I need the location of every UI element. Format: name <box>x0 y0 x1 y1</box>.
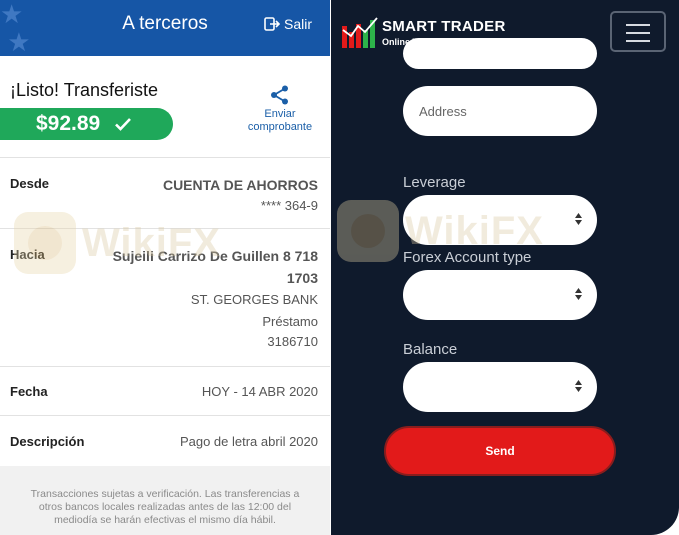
transfer-amount-badge: $92.89 <box>0 108 173 140</box>
description-label: Descripción <box>10 434 85 449</box>
watermark-logo-icon <box>14 212 76 274</box>
footer-note: Transacciones sujetas a verificación. La… <box>30 488 300 526</box>
hamburger-menu-button[interactable] <box>610 11 666 52</box>
send-receipt-button[interactable]: Enviar comprobante <box>236 84 324 134</box>
forex-account-type-select[interactable] <box>403 270 597 320</box>
bank-transfer-screen: ★ ★ A terceros Salir ¡Listo! Transferist… <box>0 0 330 535</box>
send-receipt-label-line2: comprobante <box>247 121 313 133</box>
watermark: WikiFX <box>14 212 221 274</box>
from-account-type: CUENTA DE AHORROS <box>162 177 318 193</box>
previous-field[interactable] <box>403 38 597 69</box>
footer-note-area: Transacciones sujetas a verificación. La… <box>0 466 330 535</box>
select-arrows-icon <box>575 213 582 225</box>
leverage-label: Leverage <box>403 174 466 191</box>
watermark: WikiFX <box>337 200 544 262</box>
trading-signup-screen: SMART TRADER Online Trading Company Leve… <box>331 0 679 535</box>
address-field[interactable] <box>403 86 597 136</box>
app-header: ★ ★ A terceros Salir <box>0 0 330 56</box>
recipient-bank: ST. GEORGES BANK <box>190 292 318 307</box>
hamburger-menu-icon <box>626 32 650 34</box>
recipient-name-line2: 1703 <box>286 270 318 286</box>
select-arrows-icon <box>575 288 582 300</box>
date-value: HOY - 14 ABR 2020 <box>201 384 318 399</box>
divider <box>0 415 330 416</box>
transfer-status-text: ¡Listo! Transferiste <box>10 80 159 100</box>
divider <box>0 366 330 367</box>
recipient-product: Préstamo <box>262 314 318 329</box>
balance-select[interactable] <box>403 362 597 412</box>
from-account-number: **** 364-9 <box>260 198 318 213</box>
watermark-logo-icon <box>337 200 399 262</box>
hamburger-menu-icon <box>626 24 650 26</box>
watermark-text: WikiFX <box>405 208 544 253</box>
logout-label: Salir <box>283 16 312 32</box>
address-input[interactable] <box>419 86 579 136</box>
logout-button[interactable]: Salir <box>264 16 312 32</box>
send-receipt-label-line1: Enviar <box>264 108 296 120</box>
divider <box>0 157 330 158</box>
hamburger-menu-icon <box>626 40 650 42</box>
transfer-amount: $92.89 <box>36 112 101 135</box>
select-arrows-icon <box>575 380 582 392</box>
checkmark-icon <box>115 118 132 131</box>
recipient-product-number: 3186710 <box>267 334 318 349</box>
from-label: Desde <box>10 176 50 191</box>
share-icon <box>271 85 288 105</box>
description-value: Pago de letra abril 2020 <box>179 434 318 449</box>
watermark-text: WikiFX <box>82 220 221 265</box>
date-label: Fecha <box>10 384 48 399</box>
send-button[interactable]: Send <box>384 426 616 476</box>
balance-label: Balance <box>403 341 458 358</box>
brand-name: SMART TRADER <box>382 18 506 35</box>
smart-trader-logo-icon <box>342 17 378 48</box>
logout-icon <box>264 17 280 31</box>
